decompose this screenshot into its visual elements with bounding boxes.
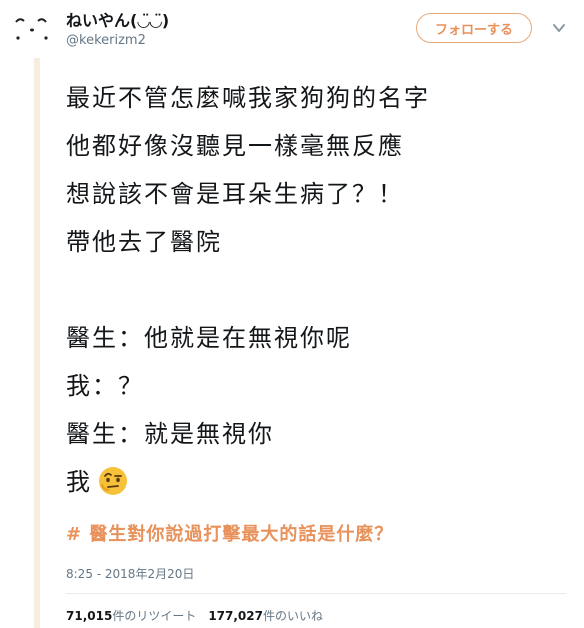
tweet-line: 醫生：就是無視你 <box>66 420 274 448</box>
tweet-header: ねいやん(◡̈◡̈) @kekerizm2 フォローする <box>0 0 584 56</box>
hashtag-link[interactable]: # 醫生對你說過打擊最大的話是什麼？ <box>66 520 393 546</box>
tweet-line: 我：？ <box>66 372 144 400</box>
chevron-down-icon[interactable] <box>552 20 566 34</box>
tweet-line-last: 我 <box>66 458 566 506</box>
avatar-face-icon <box>15 18 48 40</box>
face-with-raised-eyebrow-icon <box>98 464 128 512</box>
tweet-text: 最近不管怎麼喊我家狗狗的名字 他都好像沒聽見一樣毫無反應 想說該不會是耳朵生病了… <box>66 74 566 506</box>
like-label: 件のいいね <box>262 609 323 623</box>
retweet-count: 71,015 <box>66 609 113 623</box>
retweet-label: 件のリツイート <box>112 609 197 623</box>
tweet-line: 醫生：他就是在無視你呢 <box>66 324 352 352</box>
tweet-line: 他都好像沒聽見一樣毫無反應 <box>66 132 404 160</box>
retweet-stat[interactable]: 71,015件のリツイート <box>66 609 196 623</box>
tweet-line: 想說該不會是耳朵生病了？！ <box>66 180 404 208</box>
username[interactable]: @kekerizm2 <box>66 33 146 48</box>
follow-button[interactable]: フォローする <box>416 13 532 43</box>
tweet-line: 最近不管怎麼喊我家狗狗的名字 <box>66 84 430 112</box>
divider <box>66 593 566 594</box>
avatar[interactable] <box>10 8 54 48</box>
tweet-stats: 71,015件のリツイート 177,027件のいいね <box>66 607 323 624</box>
tweet-line-text: 我 <box>66 468 92 496</box>
tweet-timestamp[interactable]: 8:25 - 2018年2月20日 <box>66 565 194 582</box>
quote-accent-bar <box>34 58 40 628</box>
display-name[interactable]: ねいやん(◡̈◡̈) <box>66 7 169 31</box>
like-stat[interactable]: 177,027件のいいね <box>208 609 323 623</box>
like-count: 177,027 <box>208 609 263 623</box>
tweet-line: 帶他去了醫院 <box>66 228 222 256</box>
